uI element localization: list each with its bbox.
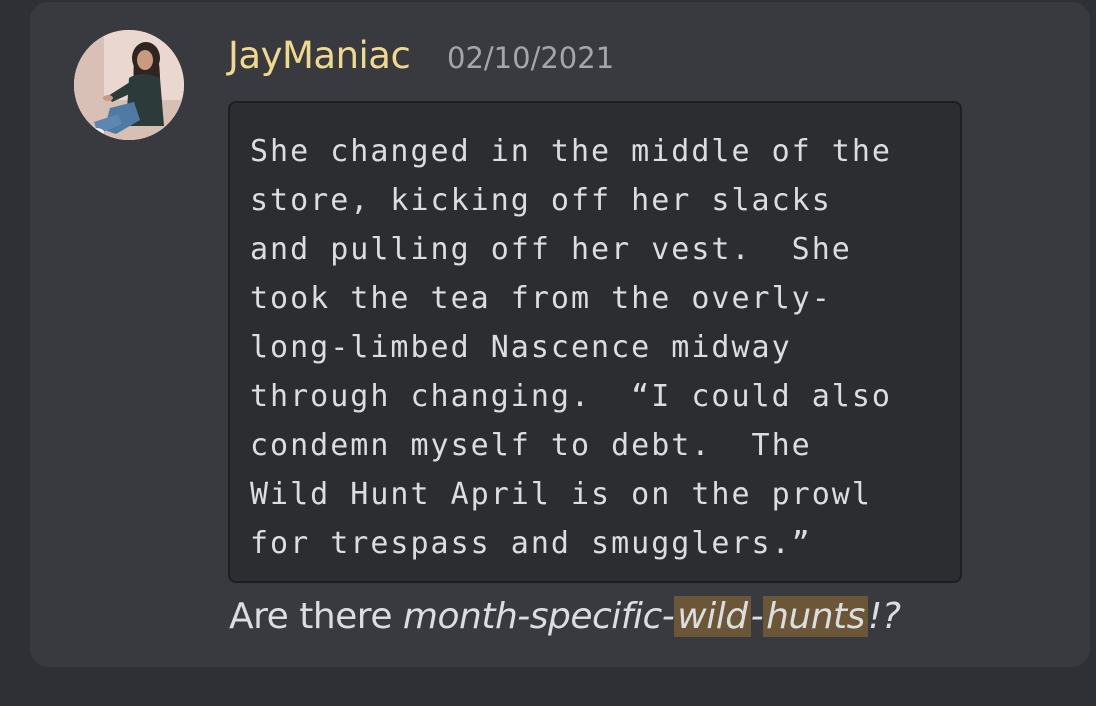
reply-italic-sep: -	[750, 596, 764, 637]
reply-italic: month-specific-wild-hunts!?	[403, 596, 901, 637]
code-block: She changed in the middle of the store, …	[228, 101, 962, 583]
code-line: long-limbed Nascence midway	[250, 330, 792, 365]
code-line: through changing. “I could also	[250, 379, 892, 414]
reply-italic-start: month-specific-	[402, 596, 675, 637]
code-line: and pulling off her vest. She	[250, 232, 852, 267]
code-text: She changed in the middle of the store, …	[250, 127, 940, 568]
author-name[interactable]: JayManiac	[228, 30, 411, 82]
message-timestamp: 02/10/2021	[447, 41, 615, 75]
search-highlight: wild	[674, 596, 751, 637]
avatar-photo-icon	[74, 30, 184, 140]
reply-italic-end: !?	[867, 596, 901, 637]
reply-text: Are there month-specific-wild-hunts!?	[229, 590, 901, 644]
code-line: took the tea from the overly-	[250, 281, 832, 316]
search-highlight: hunts	[763, 596, 868, 637]
code-line: for trespass and smugglers.”	[250, 526, 812, 561]
code-line: condemn myself to debt. The	[250, 428, 812, 463]
reply-prefix: Are there	[229, 596, 403, 637]
code-line: store, kicking off her slacks	[250, 183, 832, 218]
code-line: She changed in the middle of the	[250, 134, 892, 169]
user-avatar[interactable]	[74, 30, 184, 140]
code-line: Wild Hunt April is on the prowl	[250, 477, 872, 512]
